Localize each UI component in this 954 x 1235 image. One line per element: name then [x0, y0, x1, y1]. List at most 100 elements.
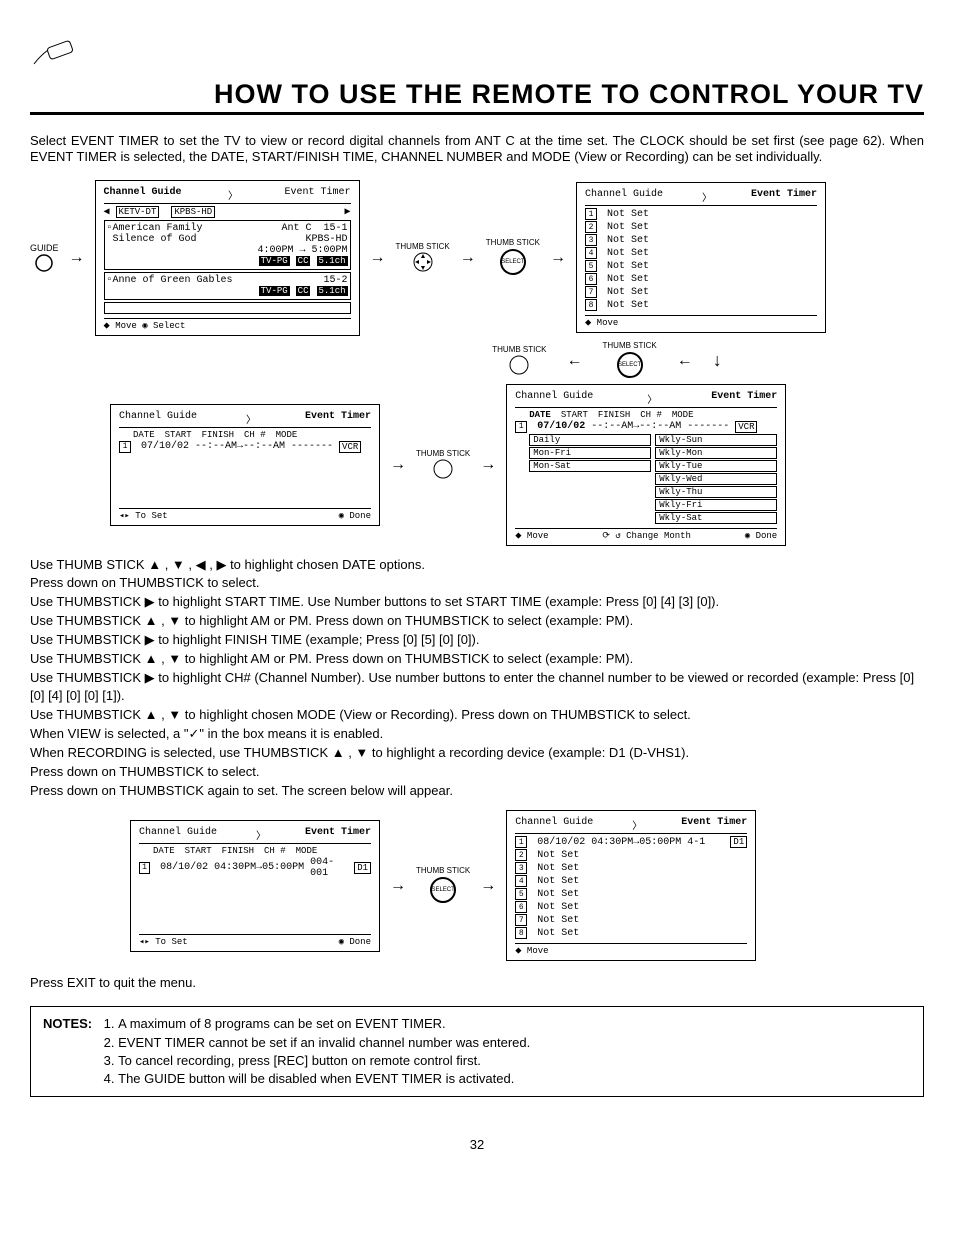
instruction-line: Use THUMBSTICK ▶ to highlight CH# (Chann…	[30, 669, 924, 707]
col-ch: CH #	[264, 846, 286, 856]
footer-to-set: ◂▸ To Set	[119, 511, 168, 521]
col-ch: CH #	[640, 410, 662, 420]
instruction-line: Use THUMBSTICK ▶ to highlight FINISH TIM…	[30, 631, 924, 650]
guide-time: 4:00PM → 5:00PM	[258, 245, 348, 256]
thumbstick-select-icon: THUMB STICKSELECT	[486, 239, 540, 277]
footer-done: ◉ Done	[339, 511, 371, 521]
osd-event-timer-blank: Channel Guide〉Event Timer 1Not Set2Not S…	[576, 182, 826, 333]
row2-mode-d1: D1	[354, 862, 371, 874]
osd-channel-guide: Channel Guide〉Event Timer ◀ KETV-DT KPBS…	[95, 180, 360, 336]
row-mode-vcr: VCR	[339, 441, 361, 453]
result-mode: D1	[730, 836, 747, 848]
col-mode: MODE	[276, 430, 298, 440]
not-set-row: Not Set	[537, 915, 579, 926]
tab-channel-guide: Channel Guide	[585, 189, 663, 205]
instruction-line: Press down on THUMBSTICK again to set. T…	[30, 782, 924, 801]
recur-option: Mon-Sat	[529, 460, 651, 472]
arrow-icon: →	[480, 877, 496, 895]
col-date: DATE	[133, 430, 155, 440]
arrow-icon: →	[370, 249, 386, 267]
row2-ch: 004-001	[310, 857, 348, 879]
audio-badge: 5.1ch	[317, 256, 348, 266]
sidebar-section-label: THE REMOTE CONTROL	[0, 335, 1, 565]
thumbstick-icon: THUMB STICK	[492, 346, 546, 376]
row-ch: -------	[687, 421, 729, 432]
tab-event-timer: Event Timer	[751, 189, 817, 205]
tab-channel-guide: Channel Guide	[515, 817, 593, 833]
arrow-icon: ←	[677, 352, 693, 370]
notes-label: NOTES:	[43, 1015, 92, 1088]
diagram-row-2: Channel Guide〉Event Timer DATE START FIN…	[110, 384, 924, 546]
instruction-line: Use THUMBSTICK ▶ to highlight START TIME…	[30, 593, 924, 612]
footer-to-set: ◂▸ To Set	[139, 937, 188, 947]
col-start: START	[561, 410, 588, 420]
col-finish: FINISH	[222, 846, 254, 856]
notes-list: A maximum of 8 programs can be set on EV…	[100, 1015, 530, 1088]
not-set-row: Not Set	[607, 261, 649, 272]
note-item: The GUIDE button will be disabled when E…	[118, 1070, 530, 1088]
result-time: 04:30PM→05:00PM	[591, 837, 681, 848]
thumbstick-select-icon: THUMB STICKSELECT	[416, 867, 470, 905]
osd-event-timer-result: Channel Guide〉Event Timer 1 08/10/02 04:…	[506, 810, 756, 961]
not-set-row: Not Set	[607, 300, 649, 311]
instruction-line: Use THUMBSTICK ▲ , ▼ to highlight AM or …	[30, 650, 924, 669]
not-set-row: Not Set	[607, 222, 649, 233]
row-mode-vcr: VCR	[735, 421, 757, 433]
not-set-row: Not Set	[607, 287, 649, 298]
not-set-row: Not Set	[607, 235, 649, 246]
instruction-line: Press down on THUMBSTICK to select.	[30, 574, 924, 593]
thumbstick-icon: THUMB STICK	[396, 243, 450, 273]
tab-channel-guide: Channel Guide	[104, 187, 182, 203]
diagram-row-1: GUIDE → Channel Guide〉Event Timer ◀ KETV…	[30, 180, 924, 336]
instruction-line: Use THUMBSTICK ▲ , ▼ to highlight chosen…	[30, 706, 924, 725]
page-number: 32	[30, 1137, 924, 1152]
guide-chnum-2: 15-2	[324, 275, 348, 286]
osd-footer: ⬥ Move ◉ Select	[104, 318, 351, 331]
footer-done: ◉ Done	[339, 937, 371, 947]
recur-option: Wkly-Thu	[655, 486, 777, 498]
row-time: --:--AM→--:--AM	[591, 421, 681, 432]
recur-option: Mon-Fri	[529, 447, 651, 459]
osd-event-timer-filled: Channel Guide〉Event Timer DATE START FIN…	[130, 820, 380, 952]
osd-footer-move: ⬥ Move	[585, 315, 817, 328]
col-date: DATE	[529, 410, 551, 420]
tab-event-timer: Event Timer	[305, 411, 371, 427]
recur-option: Daily	[529, 434, 651, 446]
tab-channel-guide: Channel Guide	[515, 391, 593, 407]
recur-option: Wkly-Sun	[655, 434, 777, 446]
tab-channel-guide: Channel Guide	[139, 827, 217, 843]
not-set-row: Not Set	[537, 889, 579, 900]
instruction-line: Use THUMB STICK ▲ , ▼ , ◀ , ▶ to highlig…	[30, 556, 924, 575]
page-title: HOW TO USE THE REMOTE TO CONTROL YOUR TV	[30, 79, 924, 115]
osd-footer-move: ⬥ Move	[515, 943, 747, 956]
rating-badge-2: TV-PG	[259, 286, 290, 296]
col-finish: FINISH	[202, 430, 234, 440]
connector-row: THUMB STICK ← THUMB STICKSELECT ← ↓	[290, 342, 924, 380]
col-mode: MODE	[296, 846, 318, 856]
tab-event-timer: Event Timer	[681, 817, 747, 833]
note-item: EVENT TIMER cannot be set if an invalid …	[118, 1034, 530, 1052]
arrow-icon: →	[390, 456, 406, 474]
note-item: A maximum of 8 programs can be set on EV…	[118, 1015, 530, 1033]
row-time: --:--AM→--:--AM	[195, 441, 285, 452]
tab-channel-guide: Channel Guide	[119, 411, 197, 427]
row-date-bold: 07/10/02	[537, 421, 585, 432]
arrow-icon: →	[480, 456, 496, 474]
guide-ant: Ant C	[281, 223, 311, 234]
guide-program-1: American Family	[113, 223, 203, 234]
notes-box: NOTES: A maximum of 8 programs can be se…	[30, 1006, 924, 1097]
result-date: 08/10/02	[537, 837, 585, 848]
audio-badge-2: 5.1ch	[317, 286, 348, 296]
recur-option: Wkly-Wed	[655, 473, 777, 485]
intro-paragraph: Select EVENT TIMER to set the TV to view…	[30, 133, 924, 166]
col-start: START	[185, 846, 212, 856]
not-set-row: Not Set	[537, 850, 579, 861]
not-set-row: Not Set	[537, 928, 579, 939]
not-set-row: Not Set	[607, 274, 649, 285]
guide-chnum: 15-1	[324, 223, 348, 234]
col-start: START	[165, 430, 192, 440]
col-date: DATE	[153, 846, 175, 856]
note-item: To cancel recording, press [REC] button …	[118, 1052, 530, 1070]
recur-option: Wkly-Fri	[655, 499, 777, 511]
footer-move: ⬥ Move	[515, 531, 548, 541]
